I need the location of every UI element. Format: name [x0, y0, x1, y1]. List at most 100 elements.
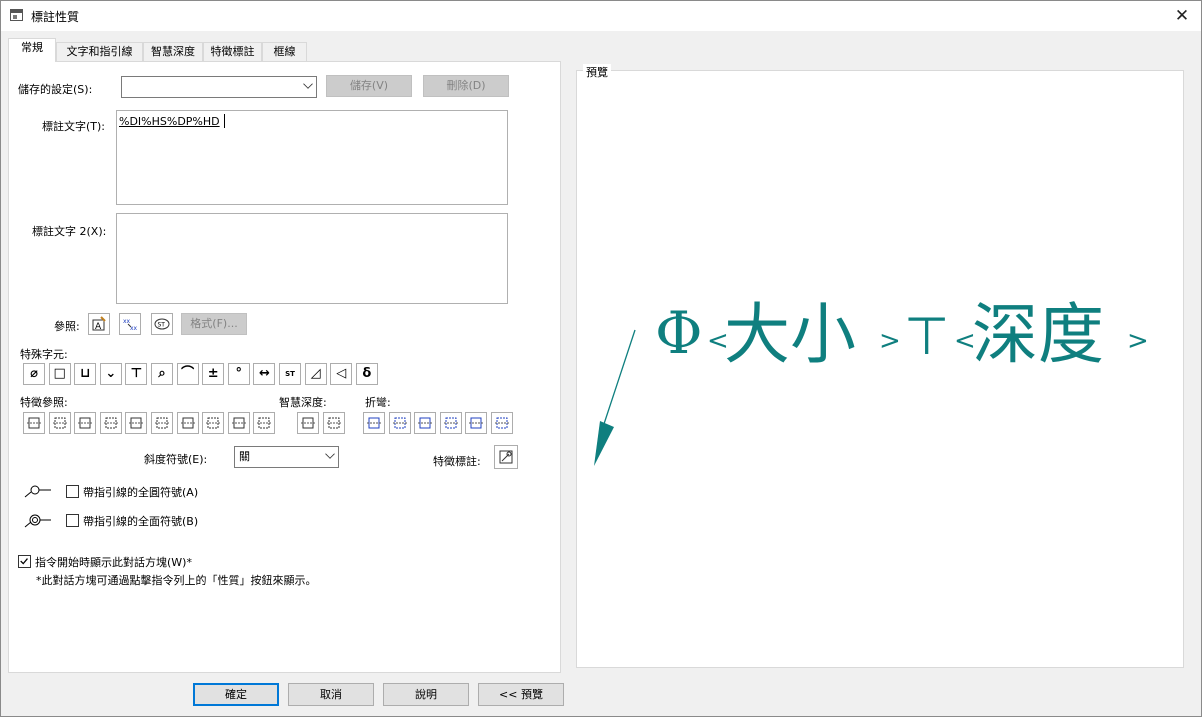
help-button[interactable]: 說明 — [383, 683, 469, 706]
feature-ref-button-1[interactable] — [23, 412, 45, 434]
reference-st-button[interactable]: ST — [151, 313, 173, 335]
bend-button-6[interactable] — [491, 412, 513, 434]
preview-phi: Φ — [655, 299, 703, 367]
callout-text-value: %DI%HS%DP%HD — [119, 115, 220, 128]
smart-depth-label: 智慧深度: — [279, 396, 327, 409]
special-char-spotface-button[interactable]: ⌕ — [151, 363, 173, 385]
feature-ref-icon — [206, 417, 221, 429]
chamfer-combo[interactable]: 關 — [234, 446, 339, 468]
feature-ref-button-6[interactable] — [151, 412, 173, 434]
bend-button-4[interactable] — [439, 412, 462, 434]
smart-depth-icon — [301, 417, 315, 429]
callout-text2-field[interactable] — [116, 213, 508, 304]
dimension-reference-icon: xxxx — [123, 318, 138, 332]
special-char-degree-button[interactable]: ° — [227, 363, 250, 385]
delete-button[interactable]: 刪除(D) — [423, 75, 509, 97]
feature-ref-icon — [52, 417, 67, 429]
preview-group-border — [578, 70, 1184, 71]
slope-icon: ◿ — [310, 366, 321, 381]
feature-ref-button-10[interactable] — [253, 412, 276, 434]
plus-minus-icon: ± — [207, 366, 219, 381]
preview-depth-text: 深度 — [972, 296, 1104, 373]
bend-icon — [495, 417, 509, 429]
window-title: 標註性質 — [31, 10, 80, 24]
special-char-between-button[interactable]: ↔ — [253, 363, 276, 385]
save-button[interactable]: 儲存(V) — [326, 75, 412, 97]
show-dialog-label: 指令開始時顯示此對話方塊(W)* — [35, 556, 192, 569]
special-char-slope-button[interactable]: ◿ — [304, 363, 327, 385]
bend-button-5[interactable] — [465, 412, 488, 434]
reference-dimension-button[interactable]: xx xx — [119, 313, 141, 335]
saved-settings-combo[interactable] — [121, 76, 317, 98]
special-char-depth-button[interactable]: ⊤ — [125, 363, 148, 385]
countersink-icon: ⌄ — [105, 366, 117, 381]
bend-button-1[interactable] — [363, 412, 385, 434]
preview-label: 預覽 — [583, 64, 611, 80]
tab-smart-depth[interactable]: 智慧深度 — [143, 42, 203, 61]
show-dialog-checkbox[interactable] — [18, 555, 31, 568]
feature-callout-button[interactable] — [494, 445, 518, 469]
feature-ref-button-3[interactable] — [74, 412, 97, 434]
bend-icon — [443, 417, 458, 429]
reference-label: 參照: — [54, 320, 80, 333]
taper-icon: ◁ — [336, 366, 347, 381]
all-around-checkbox[interactable] — [66, 485, 79, 498]
bend-button-3[interactable] — [414, 412, 437, 434]
all-over-checkbox[interactable] — [66, 514, 79, 527]
feature-ref-button-4[interactable] — [99, 412, 122, 434]
special-char-diameter-button[interactable]: ⌀ — [23, 363, 45, 385]
feature-callout-label: 特徵標註: — [433, 455, 481, 468]
statistical-icon: ST — [285, 370, 295, 378]
feature-ref-button-5[interactable] — [125, 412, 148, 434]
reference-annotation-button[interactable]: A — [88, 313, 110, 335]
bend-label: 折彎: — [365, 396, 391, 409]
tab-text-leader[interactable]: 文字和指引線 — [56, 42, 143, 61]
special-char-delta-button[interactable]: δ — [355, 363, 378, 385]
bend-button-2[interactable] — [388, 412, 411, 434]
smart-depth-icon — [326, 417, 341, 429]
special-char-countersink-button[interactable]: ⌄ — [99, 363, 122, 385]
chamfer-label: 斜度符號(E): — [144, 453, 208, 466]
ok-button[interactable]: 確定 — [193, 683, 279, 706]
tab-border[interactable]: 框線 — [262, 42, 307, 61]
format-button[interactable]: 格式(F)... — [181, 313, 247, 335]
feature-ref-button-9[interactable] — [227, 412, 250, 434]
degree-icon: ° — [235, 366, 243, 381]
feature-ref-icon — [27, 417, 41, 429]
special-char-square-button[interactable]: □ — [48, 363, 71, 385]
special-char-arc-button[interactable]: ⌒ — [176, 363, 199, 385]
spotface-icon: ⌕ — [158, 366, 166, 381]
chevron-down-icon — [325, 449, 335, 459]
callout-text-field[interactable]: %DI%HS%DP%HD — [116, 110, 508, 205]
feature-ref-icon — [257, 417, 272, 429]
tab-feature-callout[interactable]: 特徵標註 — [203, 42, 262, 61]
special-char-plus-minus-button[interactable]: ± — [202, 363, 225, 385]
close-icon[interactable]: ✕ — [1171, 5, 1193, 27]
feature-ref-button-2[interactable] — [48, 412, 71, 434]
feature-ref-button-7[interactable] — [176, 412, 199, 434]
feature-ref-icon — [129, 417, 144, 429]
tab-general[interactable]: 常規 — [8, 38, 56, 62]
feature-ref-button-8[interactable] — [202, 412, 225, 434]
bend-icon — [392, 417, 407, 429]
cancel-button[interactable]: 取消 — [288, 683, 374, 706]
title-bar: 標註性質 ✕ — [1, 1, 1201, 31]
delta-icon: δ — [362, 366, 372, 381]
all-around-icon — [24, 485, 51, 498]
preview-toggle-button[interactable]: << 預覽 — [478, 683, 564, 706]
smart-depth-button-1[interactable] — [297, 412, 319, 434]
saved-settings-label: 儲存的設定(S): — [18, 83, 93, 96]
chamfer-value: 關 — [239, 450, 250, 463]
special-char-counterbore-button[interactable]: ⊔ — [74, 363, 97, 385]
feature-ref-icon — [155, 417, 169, 429]
special-char-statistical-button[interactable]: ST — [279, 363, 301, 385]
feature-ref-icon — [103, 417, 118, 429]
preview-gt-2: > — [1127, 326, 1149, 356]
counterbore-icon: ⊔ — [80, 366, 91, 381]
depth-icon: ⊤ — [130, 366, 143, 381]
smart-depth-button-2[interactable] — [322, 412, 345, 434]
st-symbol-icon: ST — [154, 318, 170, 330]
chevron-down-icon — [303, 79, 313, 89]
special-char-taper-button[interactable]: ◁ — [330, 363, 353, 385]
bend-icon — [469, 417, 484, 429]
